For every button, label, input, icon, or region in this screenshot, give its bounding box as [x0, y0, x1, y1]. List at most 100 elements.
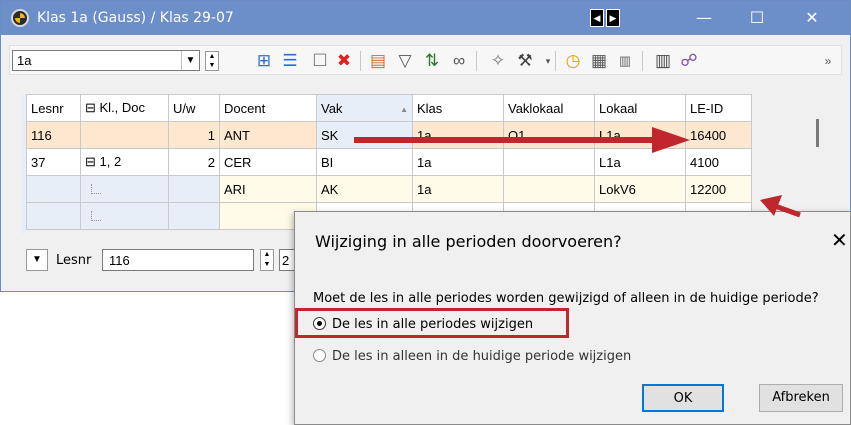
delete-icon[interactable]: ✖ — [332, 49, 356, 73]
chevron-down-icon[interactable]: ▼ — [181, 51, 199, 70]
column-header-lesnr[interactable]: Lesnr — [26, 94, 81, 122]
tree-connector — [91, 183, 101, 194]
link-icon[interactable]: ∞ — [447, 49, 471, 73]
grid-expand-icon[interactable]: ⊞ — [252, 49, 276, 73]
title-bar: Klas 1a (Gauss) / Klas 29-07 ◀ ▶ — ☐ ✕ — [1, 1, 850, 35]
tools-icon[interactable]: ⚒ — [513, 49, 537, 73]
cell-vaklokaal[interactable]: O1 — [503, 121, 595, 149]
cell-klas[interactable]: 1a — [412, 175, 504, 203]
scrollbar-track[interactable] — [751, 148, 811, 176]
cell-le-id[interactable]: 12200 — [685, 175, 752, 203]
column-header-docent[interactable]: Docent — [219, 94, 317, 122]
cell-kl-doc[interactable] — [80, 175, 169, 203]
list-icon[interactable]: ☰ — [278, 49, 302, 73]
cell-uw[interactable]: 1 — [168, 121, 220, 149]
column-header-uw[interactable]: U/w — [168, 94, 220, 122]
cell-vak[interactable]: AK — [316, 175, 413, 203]
column-header-vak[interactable]: Vak ▲ — [316, 94, 413, 122]
radio-option-current[interactable]: De les in alleen in de huidige periode w… — [313, 349, 631, 364]
dialog-title: Wijziging in alle perioden doorvoeren? — [315, 232, 622, 251]
column-header-vak-label: Vak — [321, 100, 343, 116]
table-row[interactable]: 37 ⊟ 1, 2 2 CER BI 1a L1a 4100 — [26, 148, 811, 176]
timetable-icon[interactable]: ▥ — [613, 49, 637, 73]
radio-option-all[interactable]: De les in alle periodes wijzigen — [313, 317, 533, 332]
cell-lesnr[interactable] — [26, 175, 81, 203]
previous-icon[interactable]: ◀ — [590, 9, 604, 27]
cell-empty[interactable] — [26, 202, 81, 230]
dialog-question: Moet de les in alle periodes worden gewi… — [313, 291, 819, 306]
radio-option-all-label: De les in alle periodes wijzigen — [332, 317, 534, 332]
cell-uw[interactable]: 2 — [168, 148, 220, 176]
magic-wand-icon[interactable]: ✧ — [486, 49, 510, 73]
class-select-value: 1a — [17, 53, 32, 68]
sort-icon[interactable]: ⇅ — [420, 49, 444, 73]
cell-le-id[interactable]: 4100 — [685, 148, 752, 176]
users-icon[interactable]: ☍ — [677, 49, 701, 73]
chevron-down-icon[interactable]: ▼ — [26, 249, 48, 271]
cell-docent[interactable]: ARI — [219, 175, 317, 203]
lesnr-input[interactable]: 116 — [102, 249, 254, 271]
column-header-vaklokaal[interactable]: Vaklokaal — [503, 94, 595, 122]
cell-klas[interactable]: 1a — [412, 148, 504, 176]
cell-lokaal[interactable]: L1a — [594, 148, 686, 176]
cell-lesnr[interactable]: 116 — [26, 121, 81, 149]
table-row[interactable]: 116 1 ANT SK 1a O1 L1a 16400 — [26, 121, 811, 149]
cancel-button[interactable]: Afbreken — [759, 384, 843, 412]
cell-lokaal[interactable]: L1a — [594, 121, 686, 149]
ok-button[interactable]: OK — [642, 384, 724, 412]
lesnr-value: 116 — [109, 253, 130, 268]
toolbar-separator — [476, 51, 477, 71]
column-header-le-id[interactable]: LE-ID — [685, 94, 752, 122]
cell-docent[interactable]: ANT — [219, 121, 317, 149]
column-header-lokaal[interactable]: Lokaal — [594, 94, 686, 122]
cell-uw[interactable] — [168, 175, 220, 203]
radio-unchecked-icon[interactable] — [313, 349, 326, 362]
maximize-button[interactable]: ☐ — [737, 5, 777, 31]
new-document-icon[interactable]: ☐ — [308, 49, 332, 73]
cell-lokaal[interactable]: LokV6 — [594, 175, 686, 203]
app-icon — [11, 9, 29, 27]
cell-lesnr[interactable]: 37 — [26, 148, 81, 176]
tree-connector — [91, 210, 101, 221]
toolbar: 1a ▼ ▲ ▼ ⊞ ☰ ☐ ✖ ▤ ▽ ⇅ ∞ ✧ ⚒ ▾ ◷ ▦ ▥ ▥ ☍ … — [9, 45, 842, 75]
cell-kl-doc[interactable]: ⊟ 1, 2 — [80, 148, 169, 176]
column-header-klas[interactable]: Klas — [412, 94, 504, 122]
toolbar-separator — [555, 51, 556, 71]
scrollbar-track[interactable] — [751, 175, 811, 203]
confirm-dialog: Wijziging in alle perioden doorvoeren? ✕… — [294, 211, 851, 425]
toolbar-separator — [642, 51, 643, 71]
cell-empty[interactable] — [80, 202, 169, 230]
radio-checked-icon[interactable] — [313, 317, 326, 330]
table-header: Lesnr ⊟ Kl., Doc U/w Docent Vak ▲ Klas Va… — [26, 94, 811, 122]
next-icon[interactable]: ▶ — [606, 9, 620, 27]
overflow-icon[interactable]: » — [816, 49, 840, 73]
lesnr-stepper[interactable]: ▲ ▼ — [260, 249, 274, 271]
class-select[interactable]: 1a ▼ — [12, 50, 200, 71]
scrollbar-thumb[interactable] — [816, 119, 819, 147]
bottom-bar: ▼ Lesnr 116 ▲ ▼ 2 — [26, 246, 326, 274]
cell-vak[interactable]: BI — [316, 148, 413, 176]
scrollbar-track[interactable] — [751, 94, 811, 122]
class-stepper[interactable]: ▲ ▼ — [205, 51, 219, 71]
dialog-close-icon[interactable]: ✕ — [831, 228, 848, 252]
table-row[interactable]: ARI AK 1a LokV6 12200 — [26, 175, 811, 203]
cell-vak[interactable]: SK — [316, 121, 413, 149]
cell-kl-doc[interactable] — [80, 121, 169, 149]
clock-icon[interactable]: ◷ — [561, 49, 585, 73]
minimize-button[interactable]: — — [684, 5, 724, 31]
close-button[interactable]: ✕ — [792, 5, 832, 31]
report-icon[interactable]: ▤ — [366, 49, 390, 73]
cell-vaklokaal[interactable] — [503, 175, 595, 203]
scrollbar-track[interactable] — [751, 121, 811, 149]
cell-empty[interactable] — [168, 202, 220, 230]
column-header-kl-doc[interactable]: ⊟ Kl., Doc — [80, 94, 169, 122]
columns-icon[interactable]: ▥ — [651, 49, 675, 73]
nav-buttons: ◀ ▶ — [590, 9, 620, 27]
cell-le-id[interactable]: 16400 — [685, 121, 752, 149]
cell-vaklokaal[interactable] — [503, 148, 595, 176]
chevron-down-icon[interactable]: ▾ — [536, 49, 560, 73]
calendar-icon[interactable]: ▦ — [587, 49, 611, 73]
cell-klas[interactable]: 1a — [412, 121, 504, 149]
cell-docent[interactable]: CER — [219, 148, 317, 176]
filter-icon[interactable]: ▽ — [393, 49, 417, 73]
